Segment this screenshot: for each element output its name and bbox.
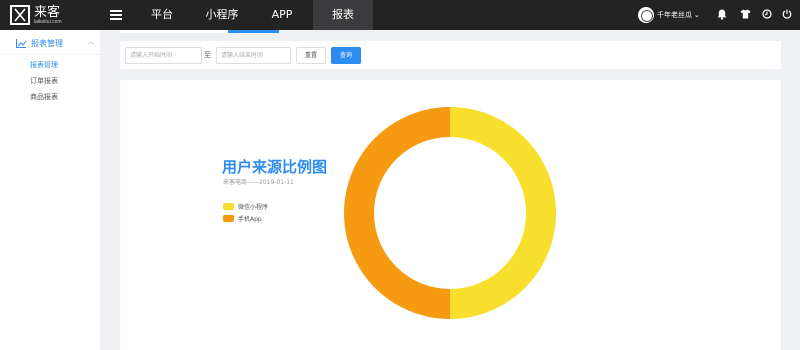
tab-strip bbox=[120, 30, 228, 33]
nav-item-platform[interactable]: 平台 bbox=[140, 0, 184, 30]
sidebar-section-label: 报表管理 bbox=[31, 38, 63, 48]
refresh-icon[interactable] bbox=[761, 9, 773, 21]
sidebar: 报表管理 ︿ 报表管理 订单报表 商品报表 bbox=[0, 30, 100, 350]
active-tab-indicator bbox=[228, 30, 279, 33]
logo-icon bbox=[10, 5, 30, 25]
chevron-up-icon: ︿ bbox=[88, 40, 95, 46]
divider bbox=[0, 54, 100, 55]
nav-item-app[interactable]: APP bbox=[258, 0, 306, 30]
line-chart-icon bbox=[16, 38, 27, 48]
top-navbar: 来客 laikeitui.com 平台 小程序 APP 报表 千年老丝瓜 ⌄ bbox=[0, 0, 800, 30]
date-range-separator: 至 bbox=[204, 51, 211, 59]
sidebar-item-product-report[interactable]: 商品报表 bbox=[30, 92, 58, 102]
power-icon[interactable] bbox=[781, 9, 793, 21]
donut-slice-0[interactable] bbox=[450, 107, 556, 319]
user-menu[interactable]: 千年老丝瓜 ⌄ bbox=[638, 7, 700, 23]
donut-chart bbox=[344, 107, 556, 319]
brand-name: 来客 bbox=[34, 4, 61, 20]
start-date-input[interactable]: 请输入开始时间 bbox=[125, 47, 202, 64]
chart-panel: 用户来源比例图 来客电商——2019-01-11 微信小程序 手机App bbox=[120, 80, 781, 350]
user-name: 千年老丝瓜 bbox=[657, 11, 692, 19]
chevron-down-icon: ⌄ bbox=[694, 12, 700, 19]
query-button[interactable]: 查询 bbox=[331, 47, 361, 64]
end-date-input[interactable]: 请输入结束时间 bbox=[216, 47, 291, 64]
brand-domain: laikeitui.com bbox=[34, 18, 62, 25]
filter-bar: 请输入开始时间 至 请输入结束时间 重置 查询 bbox=[120, 41, 781, 69]
nav-item-miniprogram[interactable]: 小程序 bbox=[196, 0, 248, 30]
sidebar-section-reports[interactable]: 报表管理 ︿ bbox=[0, 34, 100, 52]
shirt-icon[interactable] bbox=[739, 9, 751, 21]
brand-logo[interactable]: 来客 laikeitui.com bbox=[10, 4, 62, 26]
donut-slice-1[interactable] bbox=[344, 107, 450, 319]
nav-item-reports[interactable]: 报表 bbox=[313, 0, 373, 30]
reset-button[interactable]: 重置 bbox=[296, 47, 326, 64]
sidebar-item-order-report[interactable]: 订单报表 bbox=[30, 76, 58, 86]
menu-toggle-icon[interactable] bbox=[110, 10, 122, 20]
bell-icon[interactable] bbox=[716, 9, 728, 21]
avatar bbox=[638, 7, 654, 23]
sidebar-item-report-management[interactable]: 报表管理 bbox=[30, 60, 58, 70]
